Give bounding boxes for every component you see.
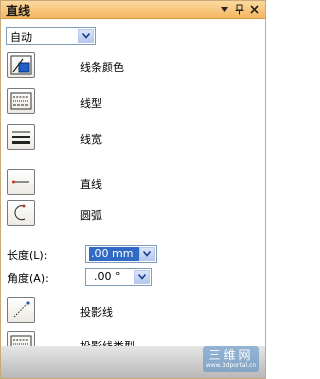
line-width-row: 线宽 xyxy=(7,124,257,152)
line-type-row: 线型 xyxy=(7,88,257,116)
straight-line-button[interactable] xyxy=(7,169,35,195)
pin-icon[interactable] xyxy=(234,3,244,15)
panel-titlebar: 直线 xyxy=(1,1,265,19)
chevron-down-icon[interactable] xyxy=(78,29,94,43)
line-color-icon xyxy=(10,55,32,75)
straight-line-label: 直线 xyxy=(80,178,102,191)
arc-button[interactable] xyxy=(7,200,35,226)
angle-label: 角度(A): xyxy=(7,272,49,285)
line-type-label: 线型 xyxy=(80,97,102,110)
watermark-subtext: www.3dportal.cn xyxy=(205,361,257,369)
line-width-label: 线宽 xyxy=(80,133,102,146)
watermark-logo: 三维网 www.3dportal.cn xyxy=(203,346,259,372)
projection-line-icon xyxy=(13,301,30,318)
projection-line-label: 投影线 xyxy=(80,306,113,319)
line-panel: 直线 自动 线条颜色 线型 线宽 直线 圆弧 长度(L): .00 mm 角度(… xyxy=(0,0,266,379)
angle-value: .00 ° xyxy=(94,270,121,283)
mode-select-value: 自动 xyxy=(10,31,32,44)
line-type-icon xyxy=(10,92,32,110)
angle-input[interactable]: .00 ° xyxy=(85,268,152,286)
line-width-button[interactable] xyxy=(7,124,35,150)
chevron-down-icon[interactable] xyxy=(139,247,155,261)
length-input[interactable]: .00 mm xyxy=(85,245,157,263)
projection-line-button[interactable] xyxy=(7,297,35,323)
panel-title: 直线 xyxy=(6,4,31,18)
watermark-text: 三维网 xyxy=(208,347,254,362)
mode-select[interactable]: 自动 xyxy=(6,27,96,45)
length-value: .00 mm xyxy=(89,247,144,261)
arc-label: 圆弧 xyxy=(80,209,102,222)
line-color-row: 线条颜色 xyxy=(7,52,257,80)
arc-icon xyxy=(14,204,26,221)
length-label: 长度(L): xyxy=(7,249,48,262)
line-type-button[interactable] xyxy=(7,88,35,114)
chevron-down-icon[interactable] xyxy=(134,270,150,284)
projection-line-row: 投影线 xyxy=(7,297,257,325)
straight-line-row: 直线 xyxy=(7,169,257,197)
close-icon[interactable] xyxy=(249,3,259,15)
line-color-button[interactable] xyxy=(7,52,35,78)
titlebar-icons xyxy=(219,3,259,15)
line-color-label: 线条颜色 xyxy=(80,61,124,74)
dropdown-icon[interactable] xyxy=(219,3,229,15)
line-width-icon xyxy=(12,131,30,144)
arc-row: 圆弧 xyxy=(7,200,257,228)
straight-line-icon xyxy=(12,180,29,184)
